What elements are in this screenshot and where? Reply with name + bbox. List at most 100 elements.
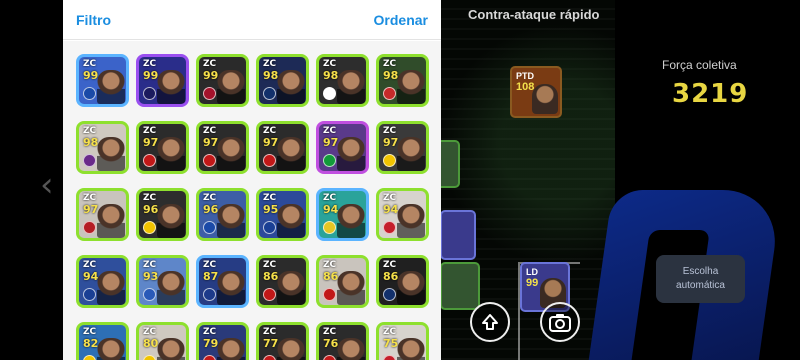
card-rating: 98: [263, 69, 279, 82]
club-badge-icon: [203, 221, 216, 234]
card-rating: 97: [263, 136, 279, 149]
card-background: ZC 79: [199, 325, 246, 360]
card-background: ZC 80: [139, 325, 186, 360]
player-card[interactable]: ZC 82: [76, 322, 129, 360]
player-card[interactable]: ZC 75: [376, 322, 429, 360]
player-card[interactable]: ZC 79: [196, 322, 249, 360]
club-badge-icon: [383, 154, 396, 167]
card-position: ZC: [383, 126, 397, 136]
card-rating: 99: [143, 69, 159, 82]
upload-button[interactable]: [470, 302, 510, 342]
player-card[interactable]: ZC 94: [316, 188, 369, 241]
card-position: ZC: [143, 193, 157, 203]
player-card[interactable]: ZC 97: [316, 121, 369, 174]
card-rating: 99: [526, 277, 539, 289]
club-badge-icon: [383, 355, 396, 360]
card-position: ZC: [143, 126, 157, 136]
card-rating: 86: [263, 270, 279, 283]
player-card[interactable]: ZC 77: [256, 322, 309, 360]
club-badge-icon: [263, 154, 276, 167]
club-badge-icon: [83, 355, 96, 360]
card-background: ZC 86: [259, 258, 306, 305]
player-card[interactable]: ZC 97: [196, 121, 249, 174]
player-card-grid: ZC 99 ZC 99 ZC 99 ZC 98 ZC 98 ZC 98 ZC 98 ZC 97 ZC 97 ZC 97…: [63, 41, 441, 360]
player-card[interactable]: ZC 99: [196, 54, 249, 107]
player-card[interactable]: ZC 96: [136, 188, 189, 241]
card-rating: 108: [516, 81, 535, 93]
card-rating: 86: [383, 270, 399, 283]
auto-select-button[interactable]: Escolha automática: [656, 255, 745, 303]
player-card[interactable]: ZC 95: [256, 188, 309, 241]
player-card[interactable]: ZC 94: [376, 188, 429, 241]
field-player-card-partial[interactable]: [440, 210, 476, 260]
card-rating: 94: [83, 270, 99, 283]
card-background: ZC 98: [79, 124, 126, 171]
club-badge-icon: [143, 154, 156, 167]
card-background: ZC 93: [139, 258, 186, 305]
club-badge-icon: [263, 288, 276, 301]
player-card[interactable]: ZC 98: [256, 54, 309, 107]
player-card[interactable]: ZC 97: [256, 121, 309, 174]
player-card[interactable]: ZC 98: [376, 54, 429, 107]
player-card[interactable]: ZC 97: [376, 121, 429, 174]
player-portrait: [217, 137, 245, 171]
player-card[interactable]: ZC 80: [136, 322, 189, 360]
screenshot-button[interactable]: [540, 302, 580, 342]
player-card[interactable]: ZC 99: [76, 54, 129, 107]
player-card[interactable]: ZC 76: [316, 322, 369, 360]
card-background: ZC 99: [79, 57, 126, 104]
player-card[interactable]: ZC 86: [376, 255, 429, 308]
card-rating: 99: [83, 69, 99, 82]
sort-button[interactable]: Ordenar: [374, 12, 428, 28]
player-card[interactable]: ZC 97: [76, 188, 129, 241]
player-card[interactable]: ZC 87: [196, 255, 249, 308]
team-strength-value: 3219: [672, 79, 749, 109]
player-portrait: [277, 137, 305, 171]
card-background: ZC 76: [319, 325, 366, 360]
player-card[interactable]: ZC 97: [136, 121, 189, 174]
card-background: ZC 98: [259, 57, 306, 104]
camera-icon: [549, 314, 571, 332]
card-position: ZC: [263, 327, 277, 337]
player-card[interactable]: ZC 98: [316, 54, 369, 107]
card-background: ZC 94: [79, 258, 126, 305]
player-portrait: [157, 271, 185, 305]
player-card[interactable]: ZC 99: [136, 54, 189, 107]
team-strength-label: Força coletiva: [662, 58, 737, 72]
card-rating: 93: [143, 270, 159, 283]
card-background: ZC 95: [259, 191, 306, 238]
player-card[interactable]: ZC 93: [136, 255, 189, 308]
club-badge-icon: [143, 221, 156, 234]
tactic-name: Contra-ataque rápido: [468, 7, 600, 22]
player-card[interactable]: ZC 98: [76, 121, 129, 174]
club-badge-icon: [323, 154, 336, 167]
field-player-card-ptd[interactable]: PTD 108: [510, 66, 562, 118]
card-position: ZC: [323, 193, 337, 203]
card-rating: 79: [203, 337, 219, 350]
card-position: ZC: [323, 59, 337, 69]
filter-button[interactable]: Filtro: [76, 12, 111, 28]
card-position: ZC: [263, 260, 277, 270]
player-portrait: [97, 338, 125, 360]
club-badge-icon: [323, 87, 336, 100]
card-rating: 82: [83, 337, 99, 350]
player-portrait: [277, 271, 305, 305]
card-position: ZC: [83, 327, 97, 337]
field-player-card-partial[interactable]: [440, 262, 480, 310]
card-position: ZC: [83, 193, 97, 203]
player-card[interactable]: ZC 96: [196, 188, 249, 241]
player-portrait: [337, 338, 365, 360]
player-card[interactable]: ZC 94: [76, 255, 129, 308]
card-background: ZC 98: [319, 57, 366, 104]
player-card[interactable]: ZC 86: [316, 255, 369, 308]
panel-header: Filtro Ordenar: [63, 0, 441, 40]
card-background: ZC 96: [139, 191, 186, 238]
card-background: ZC 97: [139, 124, 186, 171]
player-portrait: [157, 70, 185, 104]
player-card[interactable]: ZC 86: [256, 255, 309, 308]
player-portrait: [397, 137, 425, 171]
chevron-left-icon[interactable]: ‹: [40, 165, 54, 205]
player-portrait: [337, 271, 365, 305]
card-position: ZC: [203, 327, 217, 337]
card-rating: 97: [323, 136, 339, 149]
